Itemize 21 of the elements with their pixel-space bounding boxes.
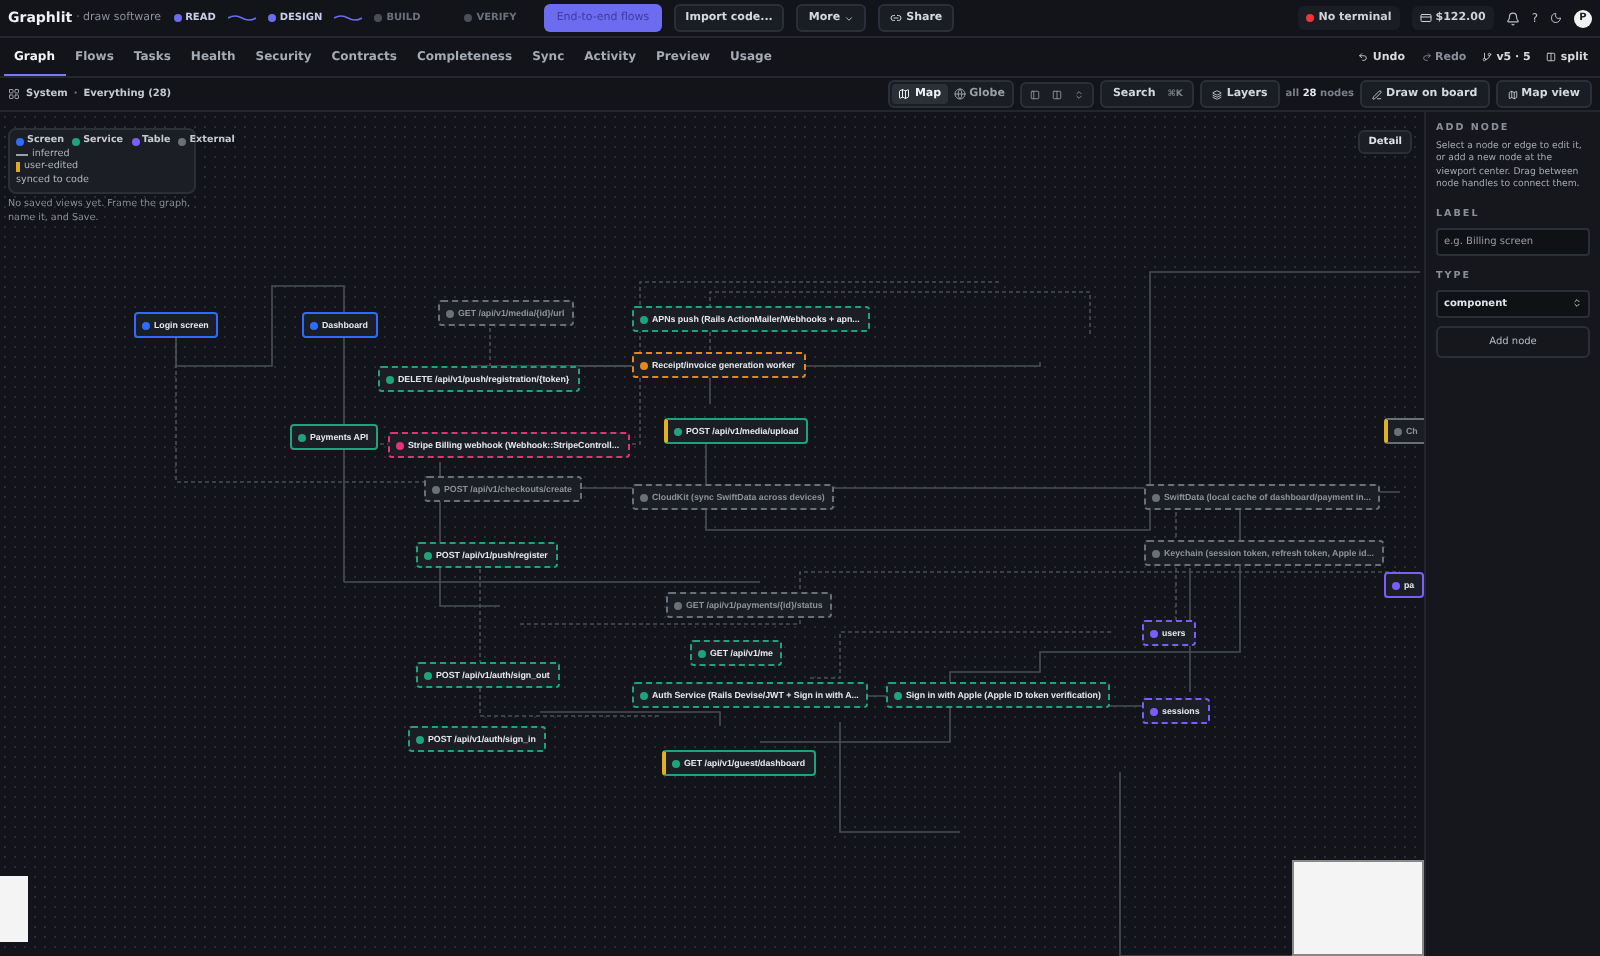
card-icon xyxy=(1419,12,1432,24)
bell-icon[interactable] xyxy=(1505,11,1520,25)
chevron-icon xyxy=(1572,298,1582,309)
side-strip xyxy=(0,876,28,942)
stage-connector-icon xyxy=(227,14,256,22)
columns-icon xyxy=(1546,52,1557,62)
theme-toggle-icon[interactable] xyxy=(1550,12,1562,24)
caret-icon xyxy=(844,13,855,23)
layers-icon xyxy=(1212,89,1223,99)
globe-icon xyxy=(953,88,966,100)
minimap[interactable] xyxy=(1292,860,1424,956)
map-icon xyxy=(898,88,911,100)
redo-icon xyxy=(1421,52,1432,62)
undo-icon xyxy=(1358,52,1369,62)
branch-icon xyxy=(1482,52,1493,62)
stage-connector-icon xyxy=(334,14,363,22)
graph-canvas[interactable] xyxy=(0,112,1424,956)
pen-icon xyxy=(1372,89,1382,99)
map-icon xyxy=(1507,89,1518,99)
link-icon xyxy=(890,12,903,24)
grid-icon xyxy=(8,88,20,100)
